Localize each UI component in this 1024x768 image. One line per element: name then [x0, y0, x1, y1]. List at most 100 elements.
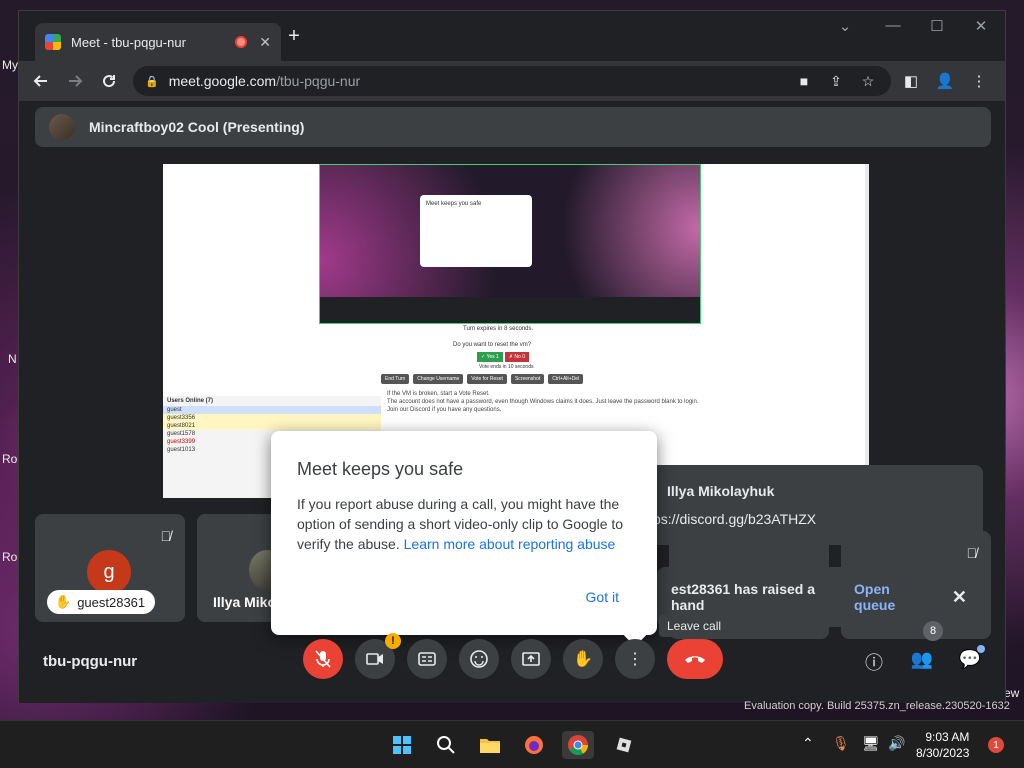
participant-name: Illya Mikol	[213, 594, 280, 610]
desktop-icon-label[interactable]: My	[2, 58, 18, 72]
firefox-button[interactable]	[520, 731, 548, 759]
vote-question: Do you want to reset the vm?	[453, 342, 532, 348]
mic-off-icon: 🎙̸	[966, 545, 978, 561]
bookmark-star-icon[interactable]: ☆	[857, 73, 879, 90]
clock-time: 9:03 AM	[925, 730, 970, 744]
vote-reset-button[interactable]: Vote for Reset	[467, 374, 507, 384]
reload-button[interactable]	[95, 67, 123, 95]
vote-ends: Vote ends in 10 seconds	[479, 364, 534, 370]
browser-window: Meet - tbu-pqgu-nur ✕ + ⌄ — ☐ ✕ 🔒 meet.g…	[18, 10, 1006, 703]
evaluation-watermark: Evaluation copy. Build 25375.zn_release.…	[744, 700, 1010, 712]
presenter-bar[interactable]: Mincraftboy02 Cool (Presenting)	[35, 107, 991, 147]
mini-popup: Meet keeps you safe	[420, 195, 532, 267]
got-it-button[interactable]: Got it	[586, 589, 619, 605]
present-screen-icon	[522, 652, 540, 666]
people-icon[interactable]: 👥	[909, 649, 935, 670]
search-icon	[437, 736, 455, 754]
tab-close-icon[interactable]: ✕	[259, 34, 271, 51]
folder-icon	[480, 739, 500, 753]
hand-raised-icon: ✋	[55, 594, 72, 609]
recording-indicator-icon	[235, 36, 248, 48]
address-bar[interactable]: 🔒 meet.google.com/tbu-pqgu-nur ■ ⇪ ☆	[133, 66, 891, 96]
chevron-up-icon[interactable]: ⌃	[802, 735, 814, 752]
back-button[interactable]	[27, 67, 55, 95]
mic-off-icon: 🎙̸	[160, 528, 172, 544]
forward-arrow-icon	[69, 75, 83, 87]
forward-button[interactable]	[61, 67, 89, 95]
close-window-button[interactable]: ✕	[967, 17, 995, 35]
search-button[interactable]	[432, 731, 460, 759]
reactions-button[interactable]	[459, 639, 499, 679]
mic-off-icon	[315, 650, 331, 668]
chrome-icon	[568, 735, 588, 755]
rule-line: If the VM is broken, start a Vote Reset.	[387, 391, 490, 397]
desktop-icon-label[interactable]: Ro	[2, 550, 17, 564]
rule-line: The account does not have a password, ev…	[387, 399, 699, 405]
name-card-name: Illya Mikolayhuk	[667, 483, 775, 499]
captions-icon	[418, 652, 436, 666]
raise-hand-button[interactable]: ✋	[563, 639, 603, 679]
volume-icon[interactable]: 🔊	[888, 735, 905, 752]
name-card-link[interactable]: ps://discord.gg/b23ATHZX	[653, 511, 816, 527]
presenter-label: Mincraftboy02 Cool (Presenting)	[89, 119, 305, 135]
desktop-icon-label[interactable]: Ro	[2, 452, 17, 466]
shared-screen-scrollbar[interactable]	[865, 164, 869, 498]
tab-meet[interactable]: Meet - tbu-pqgu-nur ✕	[35, 23, 281, 61]
mic-toggle-button[interactable]	[303, 639, 343, 679]
chrome-button[interactable]	[562, 731, 594, 759]
url-host: meet.google.com	[168, 73, 277, 89]
hand-icon: ✋	[573, 651, 593, 668]
notification-badge[interactable]: 1	[988, 737, 1004, 753]
start-button[interactable]	[388, 731, 416, 759]
end-turn-button[interactable]: End Turn	[381, 374, 410, 384]
leave-call-button[interactable]	[667, 639, 723, 679]
vote-no-button[interactable]: ✗ No 0	[504, 352, 529, 362]
more-vert-icon: ⋮	[627, 651, 643, 668]
network-icon[interactable]: 🖥	[862, 735, 880, 752]
open-queue-button[interactable]: Open queue	[854, 581, 926, 613]
vote-yes-button[interactable]: ✓ Yes 1	[477, 352, 503, 362]
participant-name-card: Illya Mikolayhuk ps://discord.gg/b23ATHZ…	[647, 465, 983, 545]
side-panel-icon[interactable]: ◧	[897, 67, 925, 95]
microphone-icon[interactable]: 🎙	[832, 735, 850, 752]
file-explorer-button[interactable]	[476, 731, 504, 759]
captions-button[interactable]	[407, 639, 447, 679]
user-row: guest8021	[163, 422, 381, 430]
camera-toggle-button[interactable]: !	[355, 633, 401, 679]
maximize-button[interactable]: ☐	[923, 17, 951, 35]
user-row: guest	[163, 406, 381, 414]
desktop-icon-label[interactable]: N	[8, 352, 17, 366]
turn-text: Turn expires in 8 seconds.	[463, 326, 534, 332]
change-username-button[interactable]: Change Username	[413, 374, 464, 384]
close-icon[interactable]: ✕	[952, 587, 967, 608]
camera-icon	[366, 653, 383, 665]
mini-meet-bar	[320, 297, 700, 323]
clock[interactable]: 9:03 AM 8/30/2023	[916, 729, 969, 761]
firefox-icon	[525, 736, 543, 754]
participant-tile[interactable]: 🎙̸ g ✋ guest28361	[35, 514, 185, 622]
meeting-info-icon[interactable]: ⓘ	[861, 649, 887, 675]
avatar: g	[87, 550, 131, 594]
back-arrow-icon	[33, 75, 47, 87]
more-options-button[interactable]: ⋮	[615, 639, 655, 679]
screenshot-button[interactable]: Screenshot	[510, 374, 545, 384]
share-icon[interactable]: ⇪	[825, 73, 847, 90]
desktop-icon-label[interactable]: ew	[1004, 686, 1019, 700]
profile-icon[interactable]: 👤	[931, 67, 959, 95]
ctrl-alt-del-button[interactable]: Ctrl+Alt+Del	[548, 374, 584, 384]
present-button[interactable]	[511, 639, 551, 679]
participant-name-pill: ✋ guest28361	[47, 590, 156, 614]
participant-name: guest28361	[77, 594, 146, 610]
taskbar: ⌃ 🎙 🖥 🔊 9:03 AM 8/30/2023 1	[0, 720, 1024, 768]
roblox-button[interactable]	[610, 731, 638, 759]
meeting-code: tbu-pqgu-nur	[43, 653, 138, 670]
camera-in-use-icon[interactable]: ■	[793, 73, 815, 89]
url-path: /tbu-pqgu-nur	[276, 73, 361, 89]
minimize-button[interactable]: —	[879, 17, 907, 34]
learn-more-link[interactable]: Learn more about reporting abuse	[404, 536, 616, 552]
lock-icon[interactable]: 🔒	[145, 75, 159, 88]
menu-kebab-icon[interactable]: ⋮	[965, 67, 993, 95]
tab-search-icon[interactable]: ⌄	[831, 17, 859, 35]
url-text[interactable]: meet.google.com/tbu-pqgu-nur	[169, 73, 783, 89]
new-tab-button[interactable]: +	[281, 25, 307, 51]
